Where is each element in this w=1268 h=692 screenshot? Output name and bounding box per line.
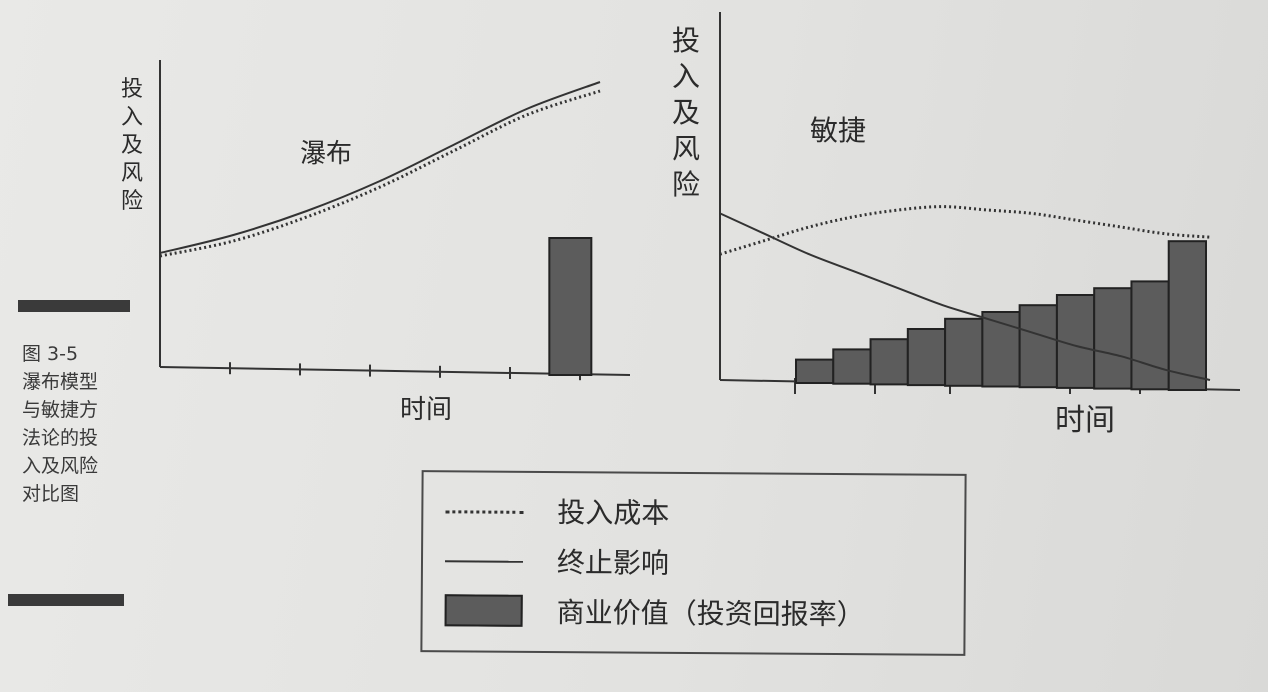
ylabel-char: 入: [121, 105, 143, 130]
legend-label: 终止影响: [556, 546, 670, 580]
bar-business-value: [1167, 240, 1207, 391]
ylabel-char: 及: [672, 96, 700, 129]
bar-business-value: [944, 317, 984, 387]
chart-title: 瀑布: [300, 139, 352, 169]
ylabel-char: 险: [121, 189, 143, 214]
caption-line: 对比图: [22, 483, 80, 505]
bar-business-value: [832, 348, 872, 385]
agile-chart: 敏捷时间 投入及风险: [672, 12, 1241, 438]
line-investment-cost: [159, 89, 601, 258]
bar-business-value: [1018, 304, 1058, 389]
book-page: 图 3-5 瀑布模型 与敏捷方 法论的投 入及风险 对比图 瀑布 时间投入及风险 …: [0, 0, 1268, 692]
y-axis-label: 投入及风险: [672, 24, 700, 201]
bar-business-value: [1093, 287, 1133, 390]
solid-line-icon: [445, 549, 523, 572]
x-axis-label: 时间: [400, 395, 452, 425]
line-termination-impact: [159, 81, 601, 254]
legend-item-value: 商业价值（投资回报率）: [444, 592, 865, 632]
legend-item-cost: 投入成本: [445, 492, 669, 530]
ylabel-char: 风: [672, 132, 700, 165]
legend-box: 投入成本 终止影响 商业价值（投资回报率）: [420, 470, 967, 656]
legend-item-impact: 终止影响: [445, 542, 669, 580]
ylabel-char: 险: [672, 168, 700, 201]
ylabel-char: 入: [672, 60, 700, 93]
chart-title: 敏捷: [810, 114, 866, 147]
caption-bottom-rule: [8, 594, 124, 606]
ylabel-char: 风: [121, 161, 143, 186]
bar-business-value: [906, 328, 947, 387]
ylabel-char: 及: [121, 133, 143, 158]
bar-business-value: [1130, 280, 1170, 391]
y-axis-label: 投入及风险: [121, 77, 143, 214]
ylabel-char: 投: [121, 77, 143, 102]
waterfall-chart: 瀑布时间 投入及风险: [121, 60, 630, 425]
caption-line: 入及风险: [22, 455, 99, 477]
dotted-line-icon: [445, 499, 523, 522]
bar-business-value: [869, 338, 909, 386]
bar-business-value: [548, 237, 593, 376]
bar-swatch-icon: [444, 594, 523, 627]
legend-label: 投入成本: [557, 496, 670, 530]
bar-business-value: [795, 358, 835, 385]
legend-label: 商业价值（投资回报率）: [556, 596, 865, 632]
x-axis-label: 时间: [1055, 403, 1115, 438]
ylabel-char: 投: [672, 24, 700, 57]
